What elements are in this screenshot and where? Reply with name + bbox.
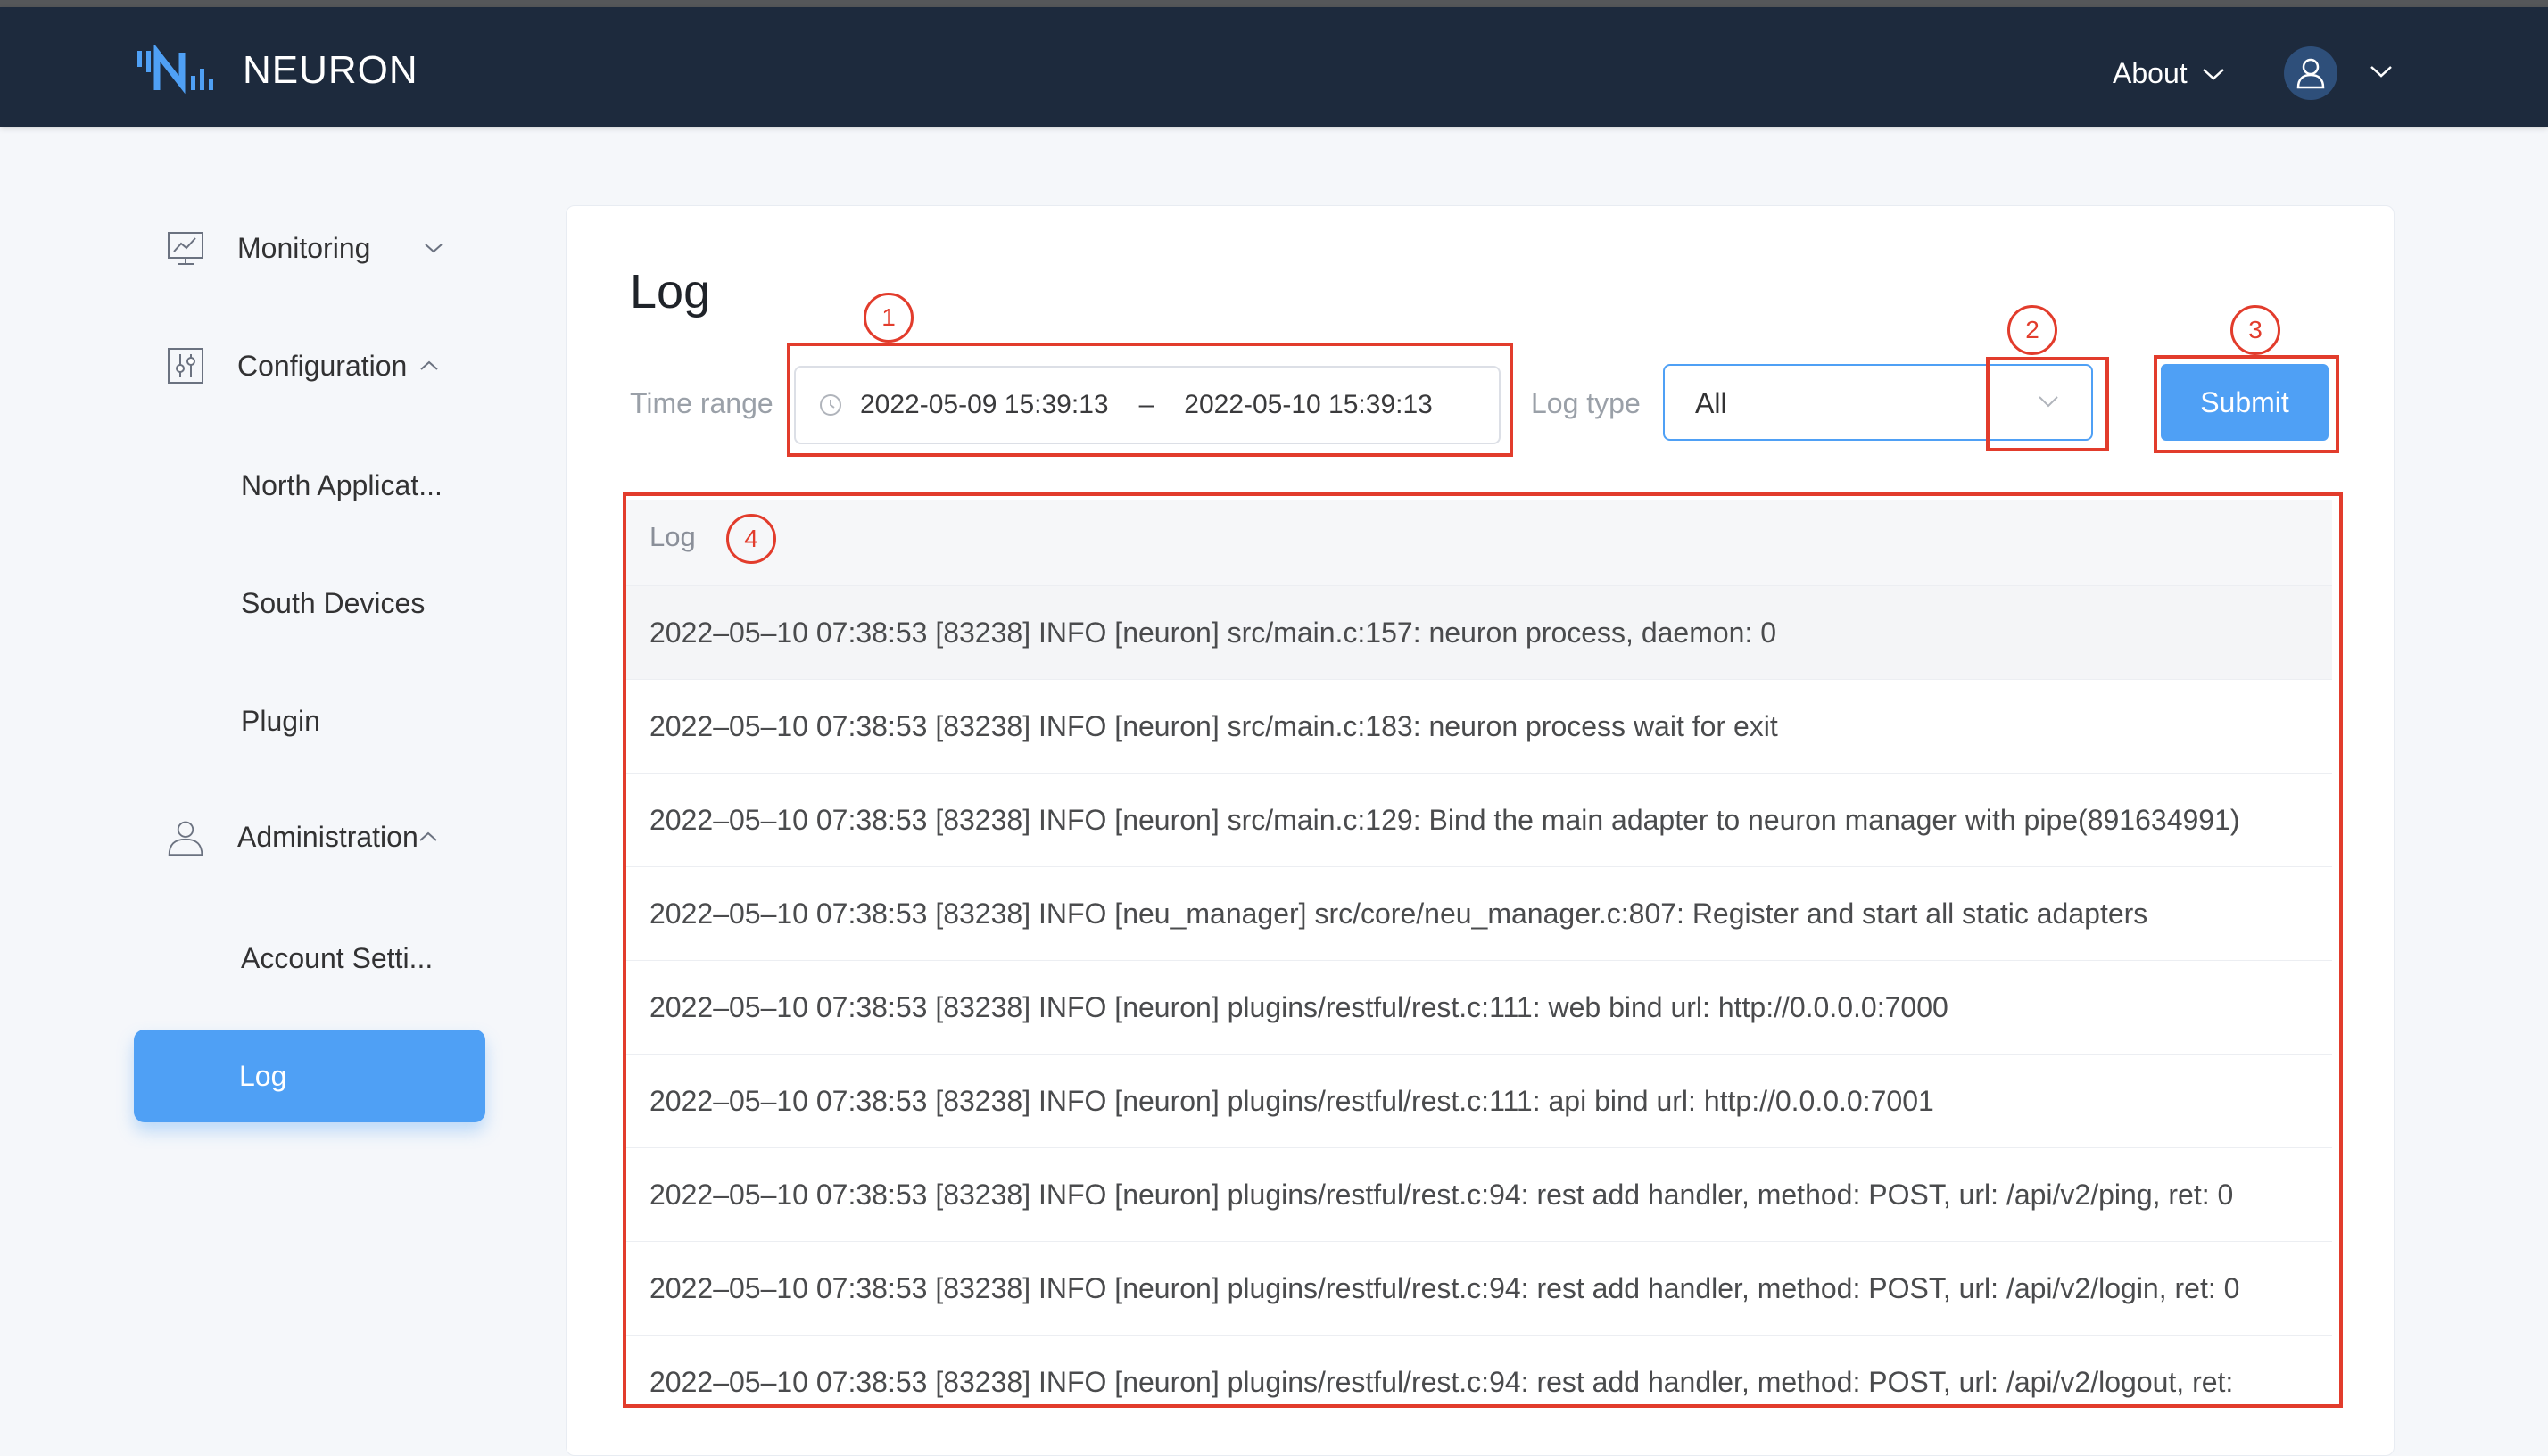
- monitor-icon: [166, 228, 205, 268]
- range-end[interactable]: 2022-05-10 15:39:13: [1184, 390, 1433, 420]
- table-row: 2022–05–10 07:38:53 [83238] INFO [neu_ma…: [626, 867, 2332, 961]
- sidebar-item-monitoring[interactable]: Monitoring: [166, 228, 443, 268]
- log-entry: 2022–05–10 07:38:53 [83238] INFO [neuron…: [649, 1085, 1934, 1117]
- time-range-picker[interactable]: 2022-05-09 15:39:13 – 2022-05-10 15:39:1…: [794, 366, 1501, 444]
- user-icon: [166, 817, 205, 856]
- sidebar-item-account-settings[interactable]: Account Setti...: [241, 942, 433, 975]
- sidebar-item-label: Log: [239, 1060, 287, 1092]
- sidebar: Monitoring Configuration North Applicat.…: [0, 127, 500, 1422]
- app-name: NEURON: [243, 48, 418, 92]
- table-row: 2022–05–10 07:38:53 [83238] INFO [neuron…: [626, 774, 2332, 867]
- avatar[interactable]: [2284, 46, 2337, 100]
- sidebar-item-label: Configuration: [237, 349, 408, 382]
- annotation-number: 2: [2007, 305, 2057, 355]
- page-title: Log: [630, 265, 711, 318]
- clock-icon: [820, 394, 841, 416]
- log-table: Log 2022–05–10 07:38:53 [83238] INFO [ne…: [626, 500, 2332, 1422]
- submit-button[interactable]: Submit: [2161, 364, 2329, 441]
- table-row: 2022–05–10 07:38:53 [83238] INFO [neuron…: [626, 1336, 2332, 1422]
- range-separator: –: [1138, 390, 1154, 419]
- log-entry: 2022–05–10 07:38:53 [83238] INFO [neuron…: [649, 710, 1778, 742]
- table-row: 2022–05–10 07:38:53 [83238] INFO [neuron…: [626, 1148, 2332, 1242]
- log-entry: 2022–05–10 07:38:53 [83238] INFO [neuron…: [649, 991, 1948, 1023]
- sidebar-item-south-devices[interactable]: South Devices: [241, 587, 425, 620]
- table-row: 2022–05–10 07:38:53 [83238] INFO [neuron…: [626, 1242, 2332, 1336]
- range-start[interactable]: 2022-05-09 15:39:13: [860, 390, 1109, 420]
- table-row: 2022–05–10 07:38:53 [83238] INFO [neuron…: [626, 961, 2332, 1055]
- table-row: 2022–05–10 07:38:53 [83238] INFO [neuron…: [626, 586, 2332, 680]
- log-table-header: Log: [626, 500, 2332, 586]
- sidebar-item-administration[interactable]: Administration: [166, 817, 438, 856]
- chevron-down-icon: [2039, 396, 2058, 408]
- log-entry: 2022–05–10 07:38:53 [83238] INFO [neu_ma…: [649, 898, 2148, 930]
- neuron-logo-icon: [137, 46, 213, 95]
- sidebar-item-log[interactable]: Log: [134, 1030, 485, 1122]
- annotation-number: 4: [726, 514, 776, 564]
- log-entry: 2022–05–10 07:38:53 [83238] INFO [neuron…: [649, 1272, 2240, 1304]
- annotation-number: 1: [864, 293, 914, 343]
- table-row: 2022–05–10 07:38:53 [83238] INFO [neuron…: [626, 1055, 2332, 1148]
- annotation-number: 3: [2230, 305, 2280, 355]
- chevron-up-icon: [419, 831, 437, 841]
- sidebar-item-label: Monitoring: [237, 231, 371, 264]
- chevron-down-icon: [2202, 68, 2224, 80]
- log-entry: 2022–05–10 07:38:53 [83238] INFO [neuron…: [649, 1179, 2234, 1211]
- sidebar-item-configuration[interactable]: Configuration: [166, 346, 439, 385]
- sidebar-item-plugin[interactable]: Plugin: [241, 705, 320, 738]
- window-top-border: [0, 0, 2548, 7]
- about-menu[interactable]: About: [2113, 57, 2225, 90]
- sliders-icon: [166, 346, 205, 385]
- log-entry: 2022–05–10 07:38:53 [83238] INFO [neuron…: [649, 1366, 2234, 1398]
- about-label: About: [2113, 57, 2188, 89]
- log-type-value: All: [1695, 387, 1727, 419]
- user-icon: [2296, 58, 2325, 89]
- table-row: 2022–05–10 07:38:53 [83238] INFO [neuron…: [626, 680, 2332, 774]
- log-type-select[interactable]: All: [1663, 364, 2093, 441]
- time-range-label: Time range: [630, 387, 774, 419]
- chevron-down-icon: [425, 244, 443, 253]
- log-entry: 2022–05–10 07:38:53 [83238] INFO [neuron…: [649, 616, 1777, 649]
- log-entry: 2022–05–10 07:38:53 [83238] INFO [neuron…: [649, 804, 2240, 836]
- top-header: NEURON About: [0, 7, 2548, 127]
- log-column-header: Log: [649, 521, 696, 552]
- user-menu-chevron-down-icon[interactable]: [2370, 64, 2393, 79]
- chevron-up-icon: [420, 360, 439, 370]
- sidebar-item-label: Administration: [237, 820, 418, 853]
- sidebar-item-north-applications[interactable]: North Applicat...: [241, 469, 443, 502]
- logo[interactable]: NEURON: [136, 39, 418, 102]
- log-type-label: Log type: [1531, 387, 1641, 419]
